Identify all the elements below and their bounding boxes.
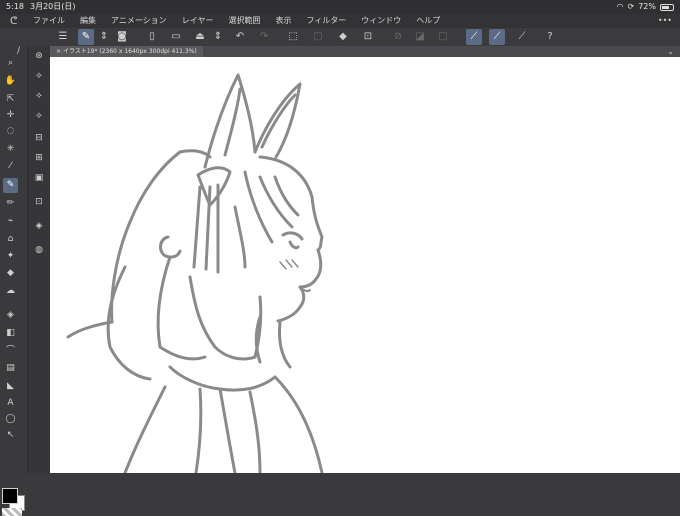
wifi-icon: ◠: [616, 2, 624, 11]
blend-icon[interactable]: ☁: [3, 284, 18, 299]
fill-tool-icon[interactable]: ◈: [3, 308, 18, 323]
status-right: ◠ ⟳ 72%: [617, 0, 674, 14]
gradient-icon[interactable]: ◧: [3, 326, 18, 341]
mapping-pen-icon[interactable]: ⟡: [31, 88, 47, 104]
open-folder-icon[interactable]: ▭: [168, 29, 184, 45]
chevron-down-icon[interactable]: ⌄: [667, 46, 674, 57]
battery-icon: [660, 3, 674, 11]
balloon-icon[interactable]: ◯: [3, 412, 18, 427]
line-art-sketch: [66, 73, 324, 473]
tool-property-icon[interactable]: ⊟: [31, 130, 47, 146]
drawing-canvas[interactable]: [50, 57, 680, 473]
document-tab-title: イラスト19* (2360 x 1640px 300dpi 411.3%): [62, 48, 197, 55]
close-tab-icon[interactable]: ×: [56, 48, 63, 55]
material-icon[interactable]: ⊡: [31, 194, 47, 210]
frame-icon[interactable]: ▤: [3, 361, 18, 376]
correct-line-icon[interactable]: ↖: [3, 428, 18, 443]
ruler-icon[interactable]: ◣: [3, 379, 18, 394]
menu-animation[interactable]: アニメーション: [111, 14, 167, 28]
transparent-color-swatch[interactable]: [2, 508, 22, 516]
tool-palette: / ⌕ ✋ ⇱ ✛ ◌ ✳ ⁄ ✎ ✏ ⌁ ⌂ ✦ ◆ ☁ ◈ ◧ ⌒ ▤ ◣ …: [0, 46, 27, 516]
pen-tool-icon[interactable]: ✎: [3, 178, 18, 193]
clear-outside-icon[interactable]: □: [435, 29, 451, 45]
brush-icon[interactable]: ⌁: [3, 214, 18, 229]
date: 3月20日(日): [30, 2, 76, 11]
layer-icon[interactable]: ◈: [31, 218, 47, 234]
document-tab[interactable]: × イラスト19* (2360 x 1640px 300dpi 411.3%): [50, 46, 203, 57]
grid-snap-icon[interactable]: ⟋: [514, 29, 530, 45]
ruler-snap-icon[interactable]: ⟋: [466, 29, 482, 45]
menu-bar: ᕦ ファイル 編集 アニメーション レイヤー 選択範囲 表示 フィルター ウィン…: [0, 14, 680, 28]
touch-gesture-icon[interactable]: ◙: [114, 29, 130, 45]
clear-icon[interactable]: ⊘: [390, 29, 406, 45]
figure-icon[interactable]: ⌒: [3, 344, 18, 359]
brush-size-icon[interactable]: ⊞: [31, 150, 47, 166]
battery-percent: 72%: [638, 2, 656, 11]
stepper-arrows-icon[interactable]: ⇕: [96, 29, 112, 45]
menu-window[interactable]: ウィンドウ: [361, 14, 401, 28]
document-tab-bar: × イラスト19* (2360 x 1640px 300dpi 411.3%) …: [50, 46, 680, 57]
turnip-pen-icon[interactable]: ⟡: [31, 108, 47, 124]
menu-filter[interactable]: フィルター: [306, 14, 346, 28]
hand-icon[interactable]: ✋: [3, 74, 18, 89]
eraser-icon[interactable]: ◆: [3, 266, 18, 281]
command-bar: ☰ ✎ ⇕ ◙ ▯ ▭ ⏏ ⇕ ↶ ↷ ⬚ ▢ ◆ ⊡ ⊘ ◪ □ ⟋ ⟋ ⟋ …: [0, 28, 680, 47]
menu-edit[interactable]: 編集: [80, 14, 96, 28]
menu-view[interactable]: 表示: [275, 14, 291, 28]
decoration-icon[interactable]: ✦: [3, 249, 18, 264]
clock: 5:18: [6, 2, 24, 11]
save-icon[interactable]: ⏏: [192, 29, 208, 45]
menu-layer[interactable]: レイヤー: [182, 14, 214, 28]
more-dots-icon[interactable]: •••: [658, 14, 672, 28]
redo-icon[interactable]: ↷: [256, 29, 272, 45]
airbrush-icon[interactable]: ⌂: [3, 232, 18, 247]
gpen-icon[interactable]: ⟡: [31, 68, 47, 84]
app-logo-icon[interactable]: ᕦ: [10, 15, 17, 29]
new-file-icon[interactable]: ▯: [144, 29, 160, 45]
eyedropper-icon[interactable]: ⁄: [3, 159, 18, 174]
menu-selection[interactable]: 選択範囲: [228, 14, 260, 28]
undo-icon[interactable]: ↶: [232, 29, 248, 45]
lasso-icon[interactable]: ◌: [3, 124, 18, 139]
save-stepper-icon[interactable]: ⇕: [210, 29, 226, 45]
magic-wand-icon[interactable]: ✳: [3, 142, 18, 157]
foreground-color-swatch[interactable]: [2, 488, 18, 504]
hamburger-menu-icon[interactable]: ☰: [55, 29, 71, 45]
status-bar: 5:18 3月20日(日) ◠ ⟳ 72%: [0, 0, 680, 14]
select-layer-icon[interactable]: ▢: [310, 29, 326, 45]
special-ruler-snap-icon[interactable]: ⟋: [489, 29, 505, 45]
menu-help[interactable]: ヘルプ: [416, 14, 440, 28]
deselect-icon[interactable]: ⬚: [285, 29, 301, 45]
sub-tool-menu-icon[interactable]: ⊛: [31, 48, 47, 64]
move-icon[interactable]: ✛: [3, 108, 18, 123]
operation-icon[interactable]: ⇱: [3, 92, 18, 107]
transform-icon[interactable]: ⊡: [360, 29, 376, 45]
fill-bucket-icon[interactable]: ◆: [335, 29, 351, 45]
sub-tool-palette: ⊛ ⟡ ⟡ ⟡ ⊟ ⊞ ▣ ⊡ ◈ ◍: [27, 46, 51, 473]
battery-fill: [662, 5, 670, 9]
color-wheel-icon[interactable]: ▣: [31, 170, 47, 186]
quick-access-brush-icon[interactable]: ✎: [78, 29, 94, 45]
help-icon[interactable]: ?: [542, 29, 558, 45]
menu-file[interactable]: ファイル: [33, 14, 65, 28]
text-icon[interactable]: A: [3, 396, 18, 411]
orientation-lock-icon: ⟳: [627, 2, 635, 11]
navigator-icon[interactable]: ◍: [31, 242, 47, 258]
fill-icon[interactable]: ◪: [412, 29, 428, 45]
pencil-icon[interactable]: ✏: [3, 196, 18, 211]
zoom-icon[interactable]: ⌕: [3, 56, 18, 71]
